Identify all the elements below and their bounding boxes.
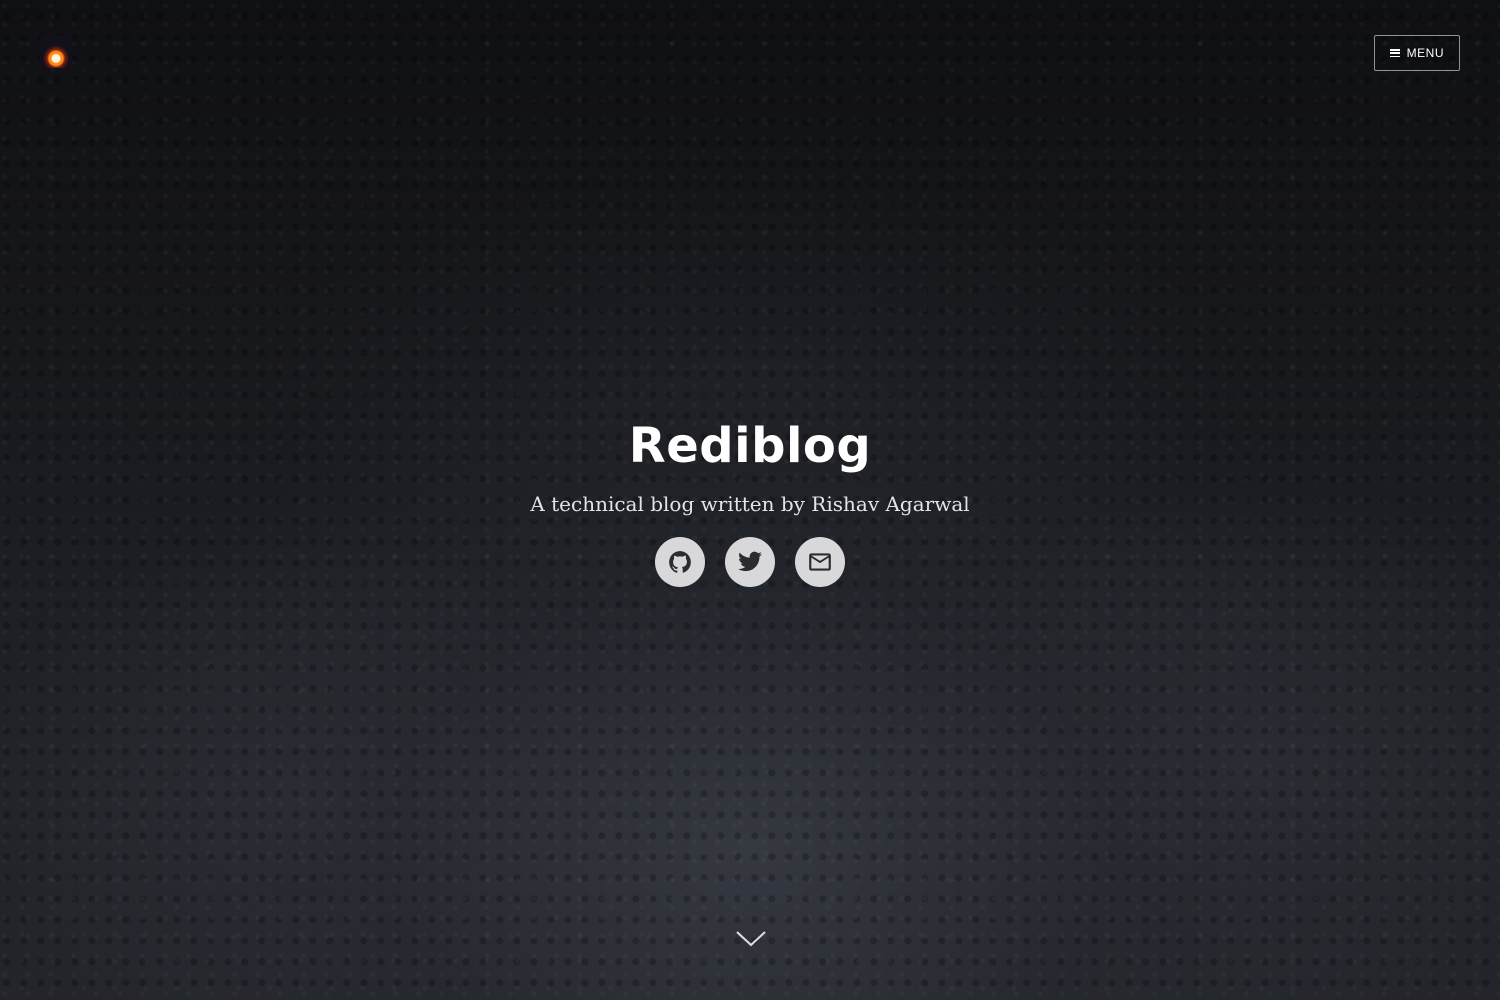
social-links (0, 537, 1500, 587)
site-title: Rediblog (628, 418, 872, 474)
menu-button[interactable]: MENU (1373, 35, 1460, 71)
email-link[interactable] (795, 537, 845, 587)
email-icon (809, 553, 831, 571)
hamburger-icon (1389, 49, 1400, 57)
github-icon (669, 551, 691, 573)
site-subtitle: A technical blog written by Rishav Agarw… (530, 492, 970, 516)
github-link[interactable] (655, 537, 705, 587)
twitter-icon (738, 551, 762, 572)
chevron-down-icon[interactable] (735, 928, 767, 948)
site-logo[interactable] (40, 36, 72, 68)
hero-section: MENU Rediblog A technical blog written b… (0, 0, 1500, 1000)
twitter-link[interactable] (725, 537, 775, 587)
menu-label: MENU (1406, 46, 1444, 60)
